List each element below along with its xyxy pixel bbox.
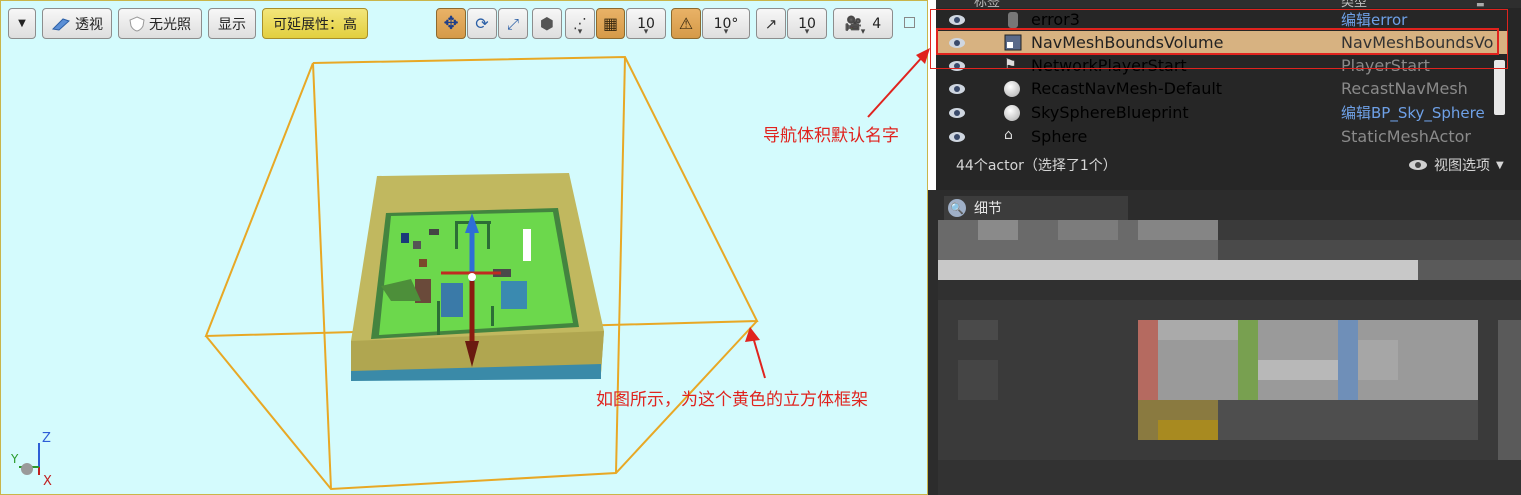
- camera-speed-value: 4: [872, 15, 882, 32]
- camera-icon: 🎥: [844, 15, 863, 32]
- outliner-row-skyspherebp[interactable]: SkySphereBlueprint 编辑BP_Sky_Sphere: [936, 101, 1508, 124]
- move-arrows-icon: ✥: [443, 13, 459, 34]
- chevron-down-icon: ▾: [723, 27, 729, 37]
- sphere-icon: [1004, 105, 1020, 121]
- show-menu-button[interactable]: 显示: [208, 8, 256, 39]
- maximize-viewport-icon[interactable]: [904, 17, 915, 28]
- scalability-button[interactable]: 可延展性：高: [262, 8, 368, 39]
- rotate-icon: ⟳: [475, 14, 489, 33]
- eye-icon[interactable]: [948, 83, 966, 95]
- sphere-icon: [1004, 81, 1020, 97]
- view-options-label: 视图选项: [1434, 158, 1490, 174]
- scale-mode-button[interactable]: ⤢: [498, 8, 528, 39]
- search-icon: 🔍: [948, 199, 966, 217]
- outliner-row-sphere[interactable]: ⌂ Sphere StaticMeshActor: [936, 125, 1508, 148]
- chevron-down-icon: ▾: [577, 27, 583, 37]
- eye-icon[interactable]: [948, 107, 966, 119]
- actor-type: StaticMeshActor: [1341, 127, 1471, 146]
- grid-snap-toggle[interactable]: ▦: [596, 8, 625, 39]
- outliner-header: 标签 类型: [936, 0, 1521, 8]
- details-pixelated-content: [938, 220, 1521, 495]
- type-column-header[interactable]: 类型: [1341, 0, 1367, 8]
- scale-snap-toggle[interactable]: ↗: [756, 8, 786, 39]
- eye-icon[interactable]: [948, 131, 966, 143]
- coordinate-space-button[interactable]: ⬢: [532, 8, 562, 39]
- chevron-down-icon: ▾: [643, 27, 649, 37]
- scale-snap-value-dropdown[interactable]: 10 ▾: [787, 8, 827, 39]
- grid-snap-value-dropdown[interactable]: 10 ▾: [626, 8, 666, 39]
- translate-mode-button[interactable]: ✥: [436, 8, 466, 39]
- viewport-scene[interactable]: [1, 1, 928, 495]
- rotation-snap-value-dropdown[interactable]: 10° ▾: [702, 8, 750, 39]
- cube-icon: ⬢: [540, 14, 554, 33]
- shield-icon: [129, 15, 145, 32]
- unlit-label: 无光照: [149, 16, 191, 33]
- chevron-down-icon: ▾: [860, 27, 866, 37]
- perspective-label: 透视: [75, 16, 103, 33]
- annotation-nav-default-name: 导航体积默认名字: [763, 126, 899, 146]
- angle-icon: ⚠: [678, 14, 694, 33]
- annotation-yellow-cube-frame: 如图所示，为这个黄色的立方体框架: [596, 390, 868, 410]
- actor-count-status: 44个actor（选择了1个）: [956, 158, 1117, 174]
- chevron-down-icon: ▾: [804, 27, 810, 37]
- chevron-down-icon: ▼: [18, 18, 26, 29]
- label-column-header[interactable]: 标签: [974, 0, 1000, 8]
- rotate-mode-button[interactable]: ⟳: [467, 8, 497, 39]
- actor-name: Sphere: [1031, 127, 1088, 146]
- eye-icon: [1409, 160, 1427, 170]
- perspective-button[interactable]: 透视: [42, 8, 112, 39]
- level-geometry[interactable]: [351, 173, 604, 381]
- surface-snap-button[interactable]: ⋰ ▾: [565, 8, 595, 39]
- details-tab-label: 细节: [974, 201, 1002, 217]
- scale-arrows-icon: ⤢: [506, 14, 519, 33]
- view-options-button[interactable]: 视图选项 ▼: [1408, 155, 1504, 175]
- axis-z-label: Z: [42, 431, 51, 446]
- actor-name: RecastNavMesh-Default: [1031, 79, 1223, 98]
- outliner-row-recastnavmesh[interactable]: RecastNavMesh-Default RecastNavMesh: [936, 77, 1508, 100]
- axis-y-label: Y: [11, 452, 19, 466]
- perspective-icon: [51, 17, 70, 31]
- chevron-down-icon: ▼: [1496, 159, 1504, 171]
- axis-x-label: X: [43, 474, 52, 489]
- annotation-selected-row-box: [936, 28, 1499, 55]
- actor-name: SkySphereBlueprint: [1031, 103, 1189, 122]
- details-tab[interactable]: 🔍 细节: [944, 196, 1128, 220]
- scale-snap-icon: ↗: [764, 14, 778, 33]
- camera-speed-dropdown[interactable]: 🎥 4 ▾: [833, 8, 893, 39]
- view-mode-button[interactable]: 无光照: [118, 8, 202, 39]
- scalability-label: 可延展性：高: [273, 16, 357, 33]
- house-icon: ⌂: [1004, 127, 1013, 143]
- level-viewport[interactable]: ▼ 透视 无光照 显示 可延展性：高 ✥ ⟳ ⤢ ⬢ ⋰ ▾ ▦ 10 ▾ ⚠ …: [0, 0, 928, 495]
- viewport-options-dropdown[interactable]: ▼: [8, 8, 36, 39]
- grid-icon: ▦: [602, 14, 619, 33]
- actor-type-link[interactable]: 编辑BP_Sky_Sphere: [1341, 102, 1493, 123]
- rotation-snap-toggle[interactable]: ⚠: [671, 8, 701, 39]
- actor-type: RecastNavMesh: [1341, 79, 1468, 98]
- show-label: 显示: [218, 16, 246, 33]
